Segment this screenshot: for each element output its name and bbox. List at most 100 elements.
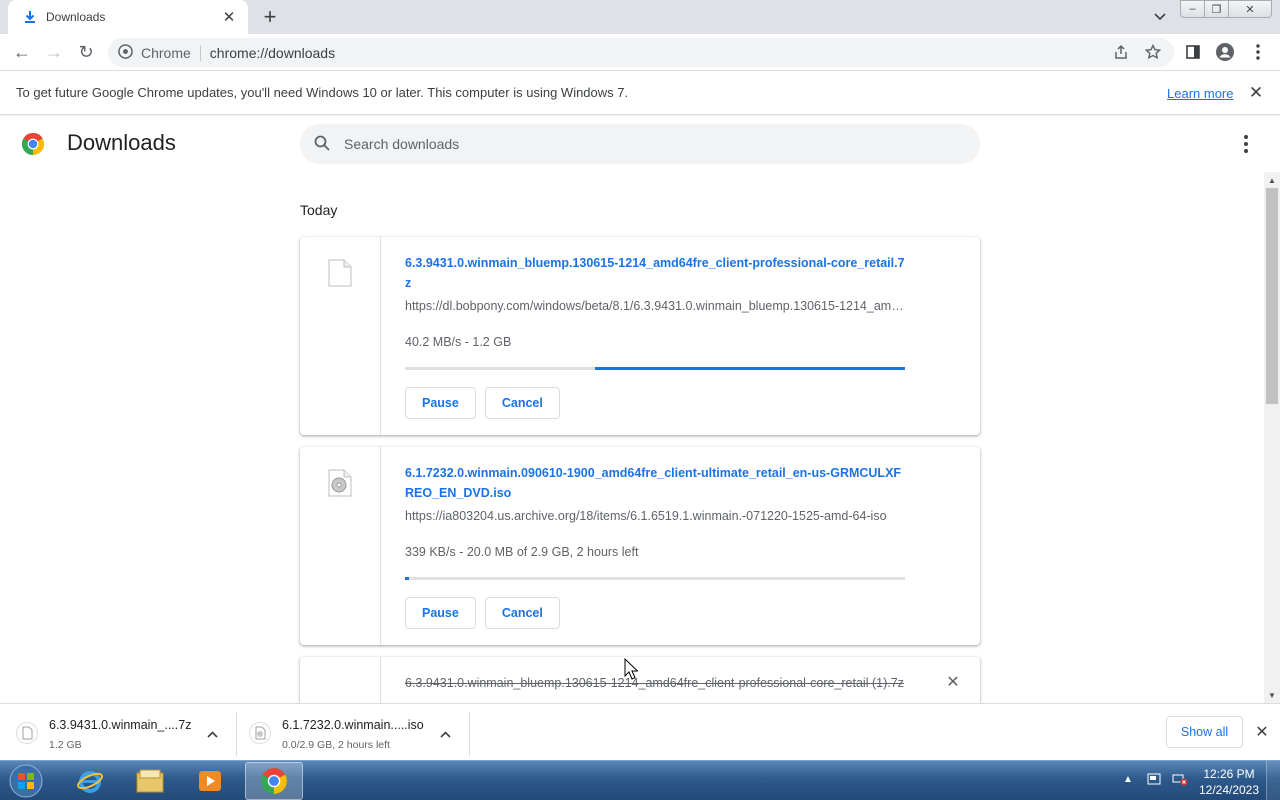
folder-icon [136, 769, 164, 793]
bookmark-star-icon[interactable] [1140, 39, 1166, 65]
system-tray: ▲ [1120, 771, 1188, 787]
progress-fill [405, 577, 409, 580]
scroll-up-arrow-icon[interactable]: ▲ [1264, 172, 1280, 188]
address-bar[interactable]: Chrome chrome://downloads [108, 38, 1174, 67]
share-icon[interactable] [1108, 39, 1134, 65]
infobar-message: To get future Google Chrome updates, you… [16, 85, 629, 100]
taskbar-internet-explorer[interactable] [61, 762, 119, 800]
url-text[interactable]: chrome://downloads [210, 45, 335, 61]
profile-avatar-icon[interactable] [1212, 39, 1238, 65]
download-item-canceled: 6.3.9431.0.winmain_bluemp.130615-1214_am… [300, 657, 980, 703]
downloads-menu-icon[interactable] [1236, 132, 1256, 156]
tab-close-icon[interactable]: ✕ [220, 8, 238, 26]
disc-image-icon [328, 469, 352, 497]
infobar-close-icon[interactable]: ✕ [1247, 83, 1265, 102]
tab-title: Downloads [46, 10, 106, 24]
reload-button[interactable]: ↻ [73, 39, 99, 65]
page-scrollbar[interactable]: ▲ ▼ [1264, 172, 1280, 703]
search-icon [314, 135, 330, 154]
window-close-button[interactable]: ✕ [1228, 0, 1272, 18]
chrome-page-icon[interactable] [118, 43, 133, 62]
download-icon [22, 9, 38, 25]
download-status: 40.2 MB/s - 1.2 GB [405, 335, 512, 349]
download-shelf: 6.3.9431.0.winmain_....7z 1.2 GB 6.1.723… [0, 703, 1280, 760]
action-center-flag-icon[interactable] [1146, 771, 1162, 787]
source-url[interactable]: https://ia803204.us.archive.org/18/items… [405, 509, 905, 523]
update-infobar: To get future Google Chrome updates, you… [0, 71, 1280, 115]
back-button[interactable]: ← [9, 39, 35, 65]
chevron-up-icon[interactable] [437, 726, 453, 742]
internet-explorer-icon [77, 771, 103, 793]
minimize-button[interactable]: ‒ [1180, 0, 1205, 18]
restore-button[interactable]: ❐ [1204, 0, 1229, 18]
tab-strip: Downloads ✕ + ‒ ❐ ✕ [0, 0, 1280, 34]
section-date-header: Today [300, 202, 338, 218]
tab-search-chevron-icon[interactable] [1150, 7, 1170, 27]
scroll-thumb[interactable] [1266, 188, 1278, 404]
progress-bar [405, 577, 905, 580]
clock-date: 12/24/2023 [1198, 783, 1260, 797]
search-downloads-input[interactable]: Search downloads [300, 124, 980, 164]
progress-bar [405, 367, 905, 370]
progress-fill [595, 367, 905, 370]
shelf-item-status: 0.0/2.9 GB, 2 hours left [282, 739, 390, 751]
chrome-logo-icon [21, 132, 45, 155]
windows-logo-icon [9, 764, 43, 798]
pause-button[interactable]: Pause [405, 597, 476, 629]
network-disconnected-icon[interactable] [1172, 771, 1188, 787]
media-player-icon [199, 771, 221, 791]
taskbar-file-explorer[interactable] [121, 762, 179, 800]
taskbar-clock[interactable]: 12:26 PM 12/24/2023 [1196, 766, 1262, 798]
source-url[interactable]: https://dl.bobpony.com/windows/beta/8.1/… [405, 299, 905, 313]
file-name-link[interactable]: 6.1.7232.0.winmain.090610-1900_amd64fre_… [405, 463, 905, 503]
download-status: 339 KB/s - 20.0 MB of 2.9 GB, 2 hours le… [405, 545, 639, 559]
new-tab-button[interactable]: + [258, 4, 282, 29]
tab-downloads[interactable]: Downloads ✕ [8, 0, 248, 34]
page-title: Downloads [67, 130, 176, 155]
downloads-page: Downloads Search downloads Today 6.3.943… [0, 116, 1280, 703]
omnibox-separator [199, 44, 201, 61]
window-controls: ‒ ❐ ✕ [1180, 0, 1272, 18]
clock-time: 12:26 PM [1203, 767, 1255, 781]
show-all-button[interactable]: Show all [1166, 716, 1243, 748]
show-hidden-icons-icon[interactable]: ▲ [1120, 771, 1136, 787]
browser-toolbar: ← → ↻ Chrome chrome://downloads [0, 34, 1280, 71]
download-item: 6.1.7232.0.winmain.090610-1900_amd64fre_… [300, 447, 980, 645]
taskbar-chrome[interactable] [245, 762, 303, 800]
cancel-button[interactable]: Cancel [484, 387, 560, 419]
file-icon [16, 722, 38, 744]
shelf-item[interactable]: 6.1.7232.0.winmain.....iso 0.0/2.9 GB, 2… [233, 710, 465, 756]
shelf-close-icon[interactable]: ✕ [1253, 723, 1271, 741]
forward-button[interactable]: → [41, 39, 67, 65]
mouse-cursor-icon [624, 658, 638, 680]
item-icon-column [300, 237, 381, 435]
shelf-item-name: 6.3.9431.0.winmain_....7z [49, 718, 192, 732]
taskbar-media-player[interactable] [181, 762, 239, 800]
item-icon-column [300, 657, 381, 703]
side-panel-icon[interactable] [1180, 39, 1206, 65]
omnibox-chrome-label: Chrome [141, 44, 191, 61]
show-desktop-button[interactable] [1266, 761, 1280, 800]
pause-button[interactable]: Pause [405, 387, 476, 419]
shelf-item-name: 6.1.7232.0.winmain.....iso [282, 718, 424, 732]
start-button[interactable] [4, 762, 48, 800]
cancel-button[interactable]: Cancel [484, 597, 560, 629]
page-header: Downloads Search downloads [0, 116, 1264, 172]
browser-menu-icon[interactable] [1245, 39, 1271, 65]
shelf-item-status: 1.2 GB [49, 739, 82, 751]
shelf-item[interactable]: 6.3.9431.0.winmain_....7z 1.2 GB [0, 710, 232, 756]
disc-image-icon [249, 722, 271, 744]
scroll-down-arrow-icon[interactable]: ▼ [1264, 687, 1280, 703]
file-icon [328, 259, 352, 287]
learn-more-link[interactable]: Learn more [1167, 86, 1233, 101]
chrome-icon [261, 768, 287, 794]
item-icon-column [300, 447, 381, 645]
file-name-link[interactable]: 6.3.9431.0.winmain_bluemp.130615-1214_am… [405, 253, 905, 293]
canceled-file-name[interactable]: 6.3.9431.0.winmain_bluemp.130615-1214_am… [405, 673, 905, 693]
remove-item-icon[interactable]: ✕ [944, 673, 962, 691]
search-placeholder: Search downloads [344, 136, 460, 152]
windows-taskbar: ▲ 12:26 PM 12/24/2023 [0, 760, 1280, 800]
download-item: 6.3.9431.0.winmain_bluemp.130615-1214_am… [300, 237, 980, 435]
shelf-separator [469, 712, 470, 756]
chevron-up-icon[interactable] [204, 726, 220, 742]
